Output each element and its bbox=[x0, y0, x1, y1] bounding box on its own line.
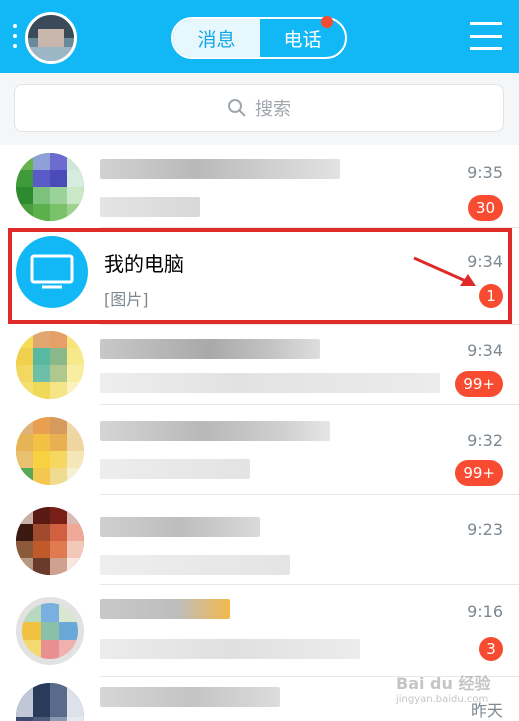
preview-obscured bbox=[100, 639, 360, 659]
title-bar: 消息 电话 bbox=[0, 0, 519, 73]
watermark: Bai du 经验 jingyan.baidu.com bbox=[396, 670, 516, 710]
tab-switcher: 消息 电话 bbox=[171, 16, 347, 59]
unread-badge: 3 bbox=[479, 637, 503, 661]
name-obscured bbox=[100, 339, 320, 359]
chat-row[interactable]: 9:35 30 bbox=[0, 145, 519, 228]
chat-time: 9:35 bbox=[467, 163, 503, 182]
chat-time: 9:32 bbox=[467, 431, 503, 450]
unread-badge: 30 bbox=[467, 195, 503, 221]
name-obscured bbox=[100, 421, 330, 441]
chat-row[interactable]: 9:16 3 bbox=[0, 585, 519, 677]
chat-time: 9:16 bbox=[467, 602, 503, 621]
name-obscured bbox=[100, 159, 340, 179]
preview-obscured bbox=[100, 373, 440, 393]
watermark-logo: Bai du 经验 bbox=[396, 674, 491, 693]
avatar bbox=[16, 597, 84, 665]
avatar bbox=[16, 153, 84, 221]
search-input[interactable]: 搜索 bbox=[14, 84, 504, 132]
search-placeholder: 搜索 bbox=[255, 99, 291, 120]
search-bar-area: 搜索 bbox=[0, 73, 519, 145]
avatar bbox=[16, 331, 84, 399]
unread-badge: 99+ bbox=[455, 460, 503, 486]
menu-icon[interactable] bbox=[470, 22, 502, 50]
avatar bbox=[16, 683, 84, 721]
avatar bbox=[16, 417, 84, 485]
chat-row[interactable]: 9:34 99+ bbox=[0, 325, 519, 405]
name-obscured bbox=[100, 687, 280, 707]
chat-row[interactable]: 9:23 bbox=[0, 495, 519, 585]
tab-calls[interactable]: 电话 bbox=[260, 16, 345, 57]
unread-badge: 99+ bbox=[455, 371, 503, 397]
chat-time: 9:34 bbox=[467, 341, 503, 360]
more-dots-icon[interactable] bbox=[12, 24, 18, 48]
screen: 消息 电话 搜索 9:35 30 我的电脑 [图片] 9:34 1 9:34 9… bbox=[0, 0, 519, 721]
chat-time: 9:23 bbox=[467, 520, 503, 539]
preview-obscured bbox=[100, 197, 200, 217]
search-icon bbox=[228, 99, 246, 117]
tab-calls-label: 电话 bbox=[283, 28, 322, 51]
preview-obscured bbox=[100, 555, 290, 575]
name-obscured bbox=[100, 517, 260, 537]
preview-obscured bbox=[100, 459, 250, 479]
tab-messages[interactable]: 消息 bbox=[173, 19, 260, 57]
name-obscured bbox=[100, 599, 230, 619]
annotation-arrow bbox=[413, 256, 476, 286]
chat-row[interactable]: 9:32 99+ bbox=[0, 405, 519, 495]
avatar bbox=[16, 507, 84, 575]
unread-dot bbox=[321, 16, 333, 28]
watermark-url: jingyan.baidu.com bbox=[396, 694, 489, 705]
profile-avatar[interactable] bbox=[25, 12, 77, 64]
